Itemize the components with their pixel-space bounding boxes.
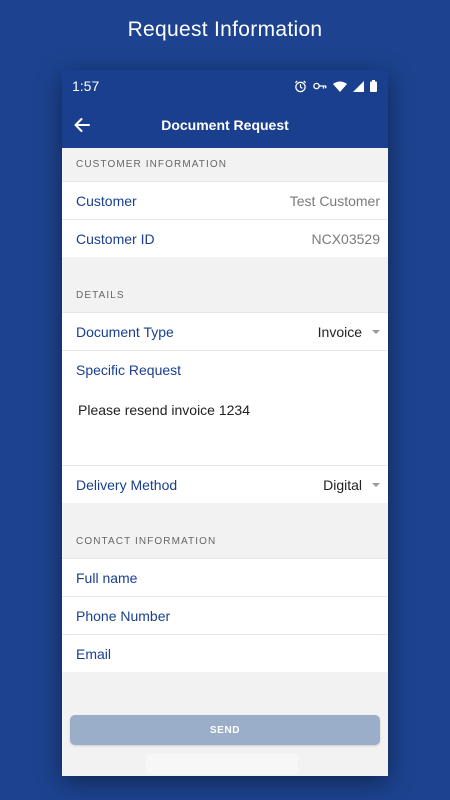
customer-id-row: Customer ID NCX03529	[62, 219, 388, 257]
phone-number-field[interactable]: Phone Number	[62, 596, 388, 634]
delivery-method-label: Delivery Method	[76, 476, 178, 493]
vpn-key-icon	[313, 81, 327, 91]
customer-section-header: CUSTOMER INFORMATION	[62, 148, 388, 181]
section-spacer	[62, 257, 388, 279]
document-type-value: Invoice	[317, 323, 362, 340]
phone-number-label: Phone Number	[76, 607, 171, 624]
battery-icon	[370, 80, 377, 92]
dropdown-arrow-icon	[372, 329, 380, 334]
status-time: 1:57	[72, 78, 100, 94]
send-button[interactable]: SEND	[70, 715, 380, 745]
specific-request-label: Specific Request	[76, 361, 182, 378]
delivery-method-select[interactable]: Delivery Method Digital	[62, 465, 388, 503]
app-bar: Document Request	[62, 102, 388, 148]
document-type-select[interactable]: Document Type Invoice	[62, 312, 388, 350]
customer-label: Customer	[76, 192, 137, 209]
document-type-label: Document Type	[76, 323, 174, 340]
delivery-method-value-wrap: Digital	[323, 477, 380, 493]
specific-request-row: Specific Request	[62, 350, 388, 388]
status-icons	[294, 80, 377, 93]
section-spacer	[62, 503, 388, 525]
bottom-nav-hint	[146, 754, 298, 774]
full-name-label: Full name	[76, 569, 138, 586]
status-bar: 1:57	[62, 70, 388, 102]
email-label: Email	[76, 645, 112, 662]
specific-request-textarea[interactable]: Please resend invoice 1234	[62, 388, 388, 465]
customer-id-value: NCX03529	[311, 230, 381, 247]
full-name-field[interactable]: Full name	[62, 558, 388, 596]
phone-screen: 1:57 Document Request CUSTOMER INFORMATI…	[62, 70, 388, 776]
customer-id-label: Customer ID	[76, 230, 155, 247]
customer-row: Customer Test Customer	[62, 181, 388, 219]
page-title: Document Request	[161, 117, 289, 133]
dropdown-arrow-icon	[372, 482, 380, 487]
document-type-value-wrap: Invoice	[318, 324, 380, 340]
email-field[interactable]: Email	[62, 634, 388, 672]
promo-title: Request Information	[127, 18, 323, 41]
delivery-method-value: Digital	[323, 476, 362, 493]
customer-value: Test Customer	[289, 192, 380, 209]
signal-icon	[353, 80, 364, 92]
alarm-icon	[294, 80, 307, 93]
details-section-header: DETAILS	[62, 279, 388, 312]
contact-section-header: CONTACT INFORMATION	[62, 525, 388, 558]
wifi-icon	[333, 81, 347, 92]
